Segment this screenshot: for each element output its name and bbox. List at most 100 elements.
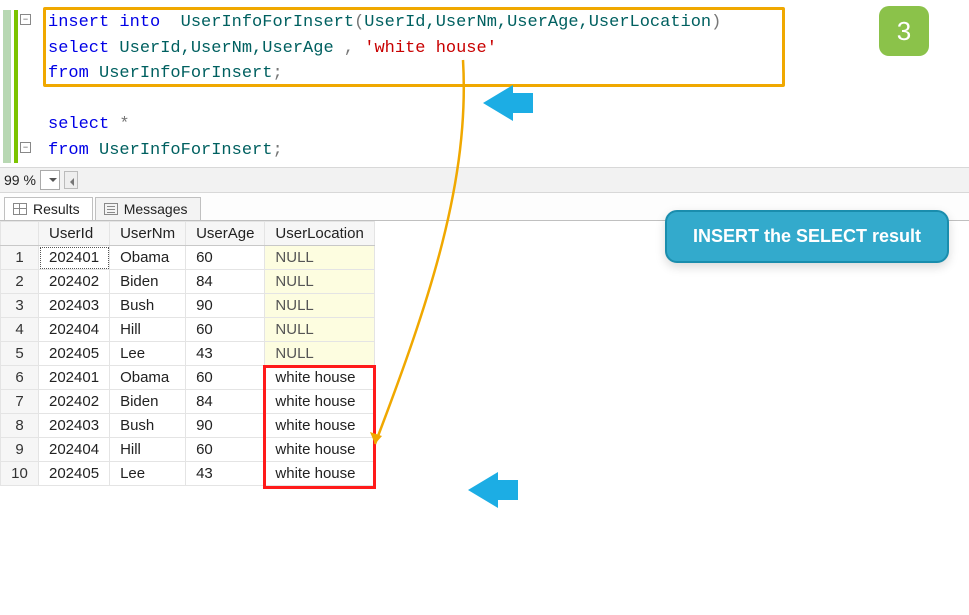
cell[interactable]: Lee bbox=[110, 342, 186, 366]
header-row: UserId UserNm UserAge UserLocation bbox=[1, 222, 375, 246]
step-number: 3 bbox=[897, 16, 911, 47]
cell[interactable]: 202402 bbox=[39, 270, 110, 294]
cell[interactable]: Lee bbox=[110, 462, 186, 486]
cell[interactable]: 90 bbox=[186, 294, 265, 318]
cell[interactable]: white house bbox=[265, 390, 374, 414]
cell[interactable]: 202403 bbox=[39, 414, 110, 438]
col-header[interactable]: UserLocation bbox=[265, 222, 374, 246]
cell[interactable]: white house bbox=[265, 366, 374, 390]
tab-label: Results bbox=[33, 201, 80, 217]
column-list: UserId,UserNm,UserAge bbox=[119, 39, 333, 58]
cell[interactable]: Obama bbox=[110, 246, 186, 270]
cell[interactable]: NULL bbox=[265, 342, 374, 366]
table-row[interactable]: 6202401Obama60white house bbox=[1, 366, 375, 390]
cell[interactable]: 202403 bbox=[39, 294, 110, 318]
cell[interactable]: Hill bbox=[110, 438, 186, 462]
row-number: 5 bbox=[1, 342, 39, 366]
fold-toggle-icon[interactable]: − bbox=[20, 14, 31, 25]
table-row[interactable]: 9202404Hill60white house bbox=[1, 438, 375, 462]
punct: ; bbox=[272, 141, 282, 160]
sql-editor[interactable]: − − insert into UserInfoForInsert(UserId… bbox=[0, 0, 969, 167]
punct: ( bbox=[354, 13, 364, 32]
table-row[interactable]: 2202402Biden84NULL bbox=[1, 270, 375, 294]
tab-messages[interactable]: Messages bbox=[95, 197, 201, 220]
cell[interactable]: 202405 bbox=[39, 462, 110, 486]
identifier: UserInfoForInsert bbox=[99, 141, 272, 160]
string-literal: 'white house' bbox=[364, 39, 497, 58]
punct: ; bbox=[272, 64, 282, 83]
cell[interactable]: white house bbox=[265, 414, 374, 438]
row-number: 4 bbox=[1, 318, 39, 342]
punct: ) bbox=[711, 13, 721, 32]
row-number: 3 bbox=[1, 294, 39, 318]
table-row[interactable]: 5202405Lee43NULL bbox=[1, 342, 375, 366]
identifier: UserInfoForInsert bbox=[181, 13, 354, 32]
keyword: insert bbox=[48, 13, 109, 32]
cell[interactable]: 43 bbox=[186, 342, 265, 366]
cell[interactable]: 90 bbox=[186, 414, 265, 438]
cell[interactable]: 202401 bbox=[39, 246, 110, 270]
cell[interactable]: 84 bbox=[186, 390, 265, 414]
annotation-arrow-icon bbox=[465, 85, 513, 121]
keyword: from bbox=[48, 64, 89, 83]
col-header[interactable]: UserId bbox=[39, 222, 110, 246]
cell[interactable]: Hill bbox=[110, 318, 186, 342]
cell[interactable]: white house bbox=[265, 438, 374, 462]
messages-icon bbox=[104, 203, 118, 215]
cell[interactable]: 202404 bbox=[39, 438, 110, 462]
table-row[interactable]: 10202405Lee43white house bbox=[1, 462, 375, 486]
cell[interactable]: 202401 bbox=[39, 366, 110, 390]
cell[interactable]: Bush bbox=[110, 414, 186, 438]
keyword: select bbox=[48, 115, 109, 134]
cell[interactable]: 60 bbox=[186, 318, 265, 342]
col-header[interactable]: UserAge bbox=[186, 222, 265, 246]
cell[interactable]: NULL bbox=[265, 318, 374, 342]
row-header-blank bbox=[1, 222, 39, 246]
column-list: UserId,UserNm,UserAge,UserLocation bbox=[364, 13, 711, 32]
cell[interactable]: NULL bbox=[265, 246, 374, 270]
fold-toggle-icon[interactable]: − bbox=[20, 142, 31, 153]
cell[interactable]: 43 bbox=[186, 462, 265, 486]
callout-text: INSERT the SELECT result bbox=[693, 226, 921, 246]
grid-icon bbox=[13, 203, 27, 215]
identifier: UserInfoForInsert bbox=[99, 64, 272, 83]
table-row[interactable]: 3202403Bush90NULL bbox=[1, 294, 375, 318]
row-number: 10 bbox=[1, 462, 39, 486]
editor-gutter bbox=[14, 10, 18, 163]
zoom-bar: 99 % bbox=[0, 167, 969, 193]
cell[interactable]: white house bbox=[265, 462, 374, 486]
tab-results[interactable]: Results bbox=[4, 197, 93, 220]
results-grid[interactable]: UserId UserNm UserAge UserLocation 12024… bbox=[0, 221, 375, 486]
col-header[interactable]: UserNm bbox=[110, 222, 186, 246]
cell[interactable]: Bush bbox=[110, 294, 186, 318]
table-row[interactable]: 1202401Obama60NULL bbox=[1, 246, 375, 270]
row-number: 7 bbox=[1, 390, 39, 414]
cell[interactable]: NULL bbox=[265, 270, 374, 294]
cell[interactable]: 60 bbox=[186, 438, 265, 462]
zoom-combo[interactable] bbox=[40, 170, 60, 190]
table-row[interactable]: 8202403Bush90white house bbox=[1, 414, 375, 438]
cell[interactable]: NULL bbox=[265, 294, 374, 318]
tab-label: Messages bbox=[124, 201, 188, 217]
cell[interactable]: Biden bbox=[110, 390, 186, 414]
table-row[interactable]: 4202404Hill60NULL bbox=[1, 318, 375, 342]
row-number: 8 bbox=[1, 414, 39, 438]
cell[interactable]: 202402 bbox=[39, 390, 110, 414]
cell[interactable]: 202404 bbox=[39, 318, 110, 342]
cell[interactable]: 60 bbox=[186, 246, 265, 270]
cell[interactable]: 202405 bbox=[39, 342, 110, 366]
cell[interactable]: Obama bbox=[110, 366, 186, 390]
keyword: select bbox=[48, 39, 109, 58]
keyword: into bbox=[119, 13, 160, 32]
cell[interactable]: 84 bbox=[186, 270, 265, 294]
cell[interactable]: 60 bbox=[186, 366, 265, 390]
hscroll-left[interactable] bbox=[64, 171, 78, 189]
table-row[interactable]: 7202402Biden84white house bbox=[1, 390, 375, 414]
zoom-value: 99 % bbox=[4, 172, 36, 188]
row-number: 6 bbox=[1, 366, 39, 390]
step-badge: 3 bbox=[879, 6, 929, 56]
annotation-arrow-icon bbox=[450, 472, 498, 508]
annotation-callout: INSERT the SELECT result bbox=[665, 210, 949, 263]
cell[interactable]: Biden bbox=[110, 270, 186, 294]
editor-change-gutter bbox=[3, 10, 11, 163]
